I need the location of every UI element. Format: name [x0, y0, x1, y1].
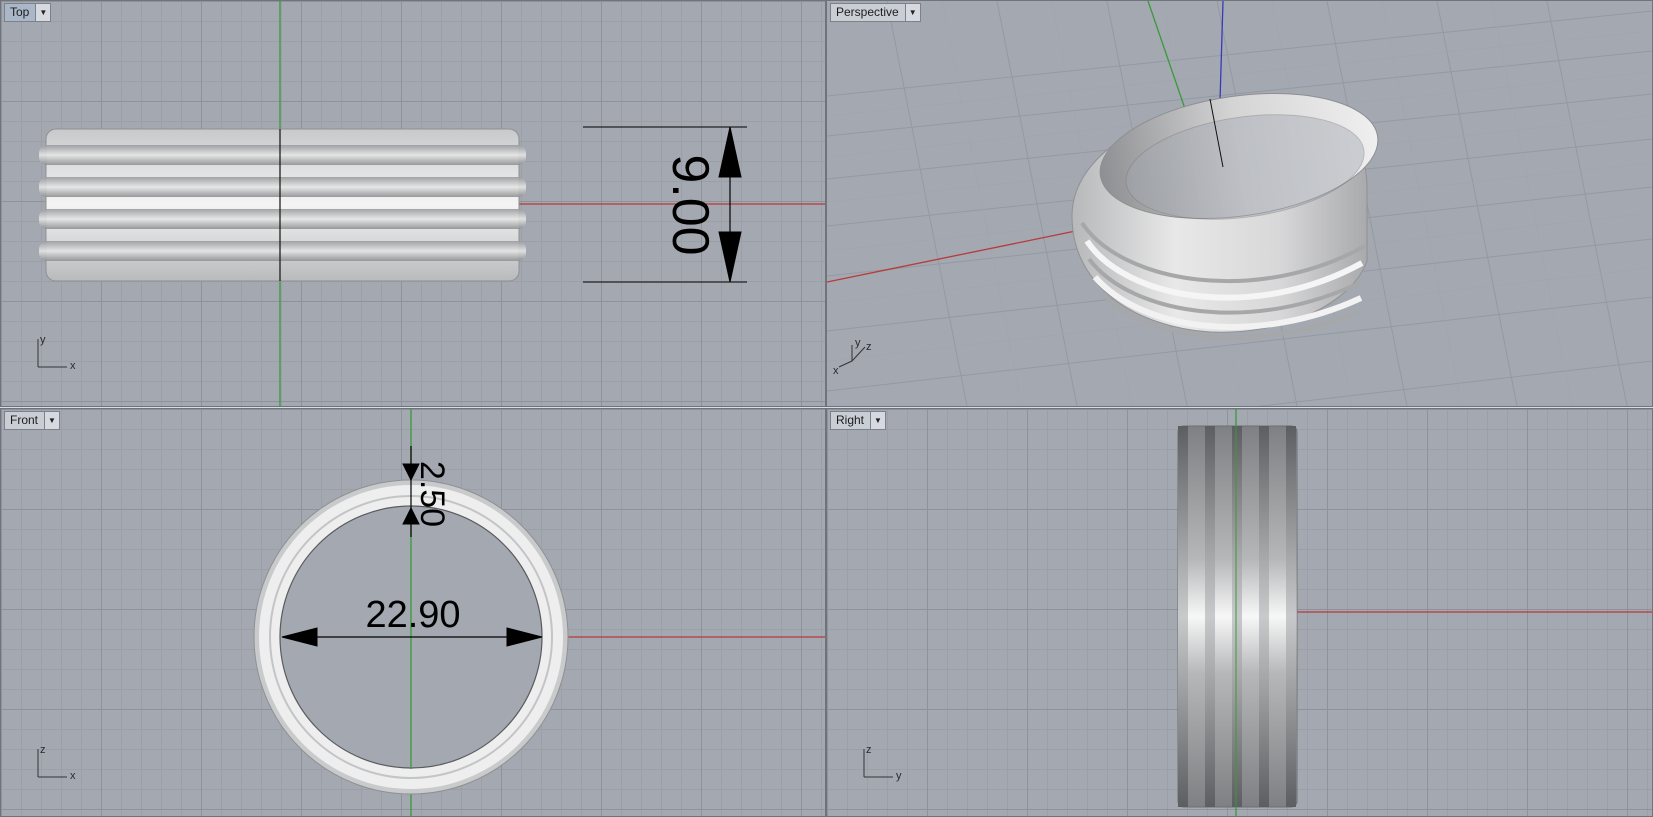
top-view-canvas: 9.00 [39, 1, 825, 406]
viewport-perspective[interactable]: Perspective ▼ y z x [826, 0, 1653, 407]
axis-label-x: x [833, 365, 839, 377]
perspective-canvas [827, 1, 1652, 406]
axis-label-x: x [70, 770, 76, 782]
viewport-label: Right [836, 413, 865, 427]
dimension-text-diameter: 22.90 [365, 594, 460, 636]
front-view-canvas: 2.50 22.90 [253, 409, 825, 816]
viewport-label: Perspective [836, 5, 899, 19]
chevron-down-icon[interactable]: ▼ [870, 412, 886, 429]
viewport-right[interactable]: Right ▼ z y [826, 408, 1653, 817]
axis-label-z: z [40, 744, 46, 756]
viewport-title-perspective[interactable]: Perspective ▼ [830, 3, 921, 22]
viewport-title-front[interactable]: Front ▼ [4, 411, 61, 430]
viewport-top[interactable]: Top ▼ 9.00 y x [0, 0, 826, 407]
axis-label-z: z [866, 341, 872, 353]
viewport-title-top[interactable]: Top ▼ [4, 3, 52, 22]
dimension-text-width: 9.00 [661, 154, 719, 255]
ring-right-profile [1177, 425, 1298, 808]
chevron-down-icon[interactable]: ▼ [904, 4, 920, 21]
axis-label-y: y [40, 334, 46, 346]
chevron-down-icon[interactable]: ▼ [35, 4, 51, 21]
viewport-label: Front [10, 413, 39, 427]
axis-label-y: y [896, 770, 902, 782]
chevron-down-icon[interactable]: ▼ [44, 412, 60, 429]
viewport-front[interactable]: Front ▼ 2.50 22.90 z x [0, 408, 826, 817]
ring-top-profile [39, 128, 526, 282]
ring-perspective [1071, 92, 1379, 340]
right-view-canvas [1177, 409, 1652, 816]
axis-label-z: z [866, 744, 872, 756]
viewport-title-right[interactable]: Right ▼ [830, 411, 887, 430]
axis-label-y: y [855, 337, 861, 349]
viewport-label: Top [10, 5, 30, 19]
axis-label-x: x [70, 360, 76, 372]
dimension-text-thickness: 2.50 [413, 461, 451, 527]
